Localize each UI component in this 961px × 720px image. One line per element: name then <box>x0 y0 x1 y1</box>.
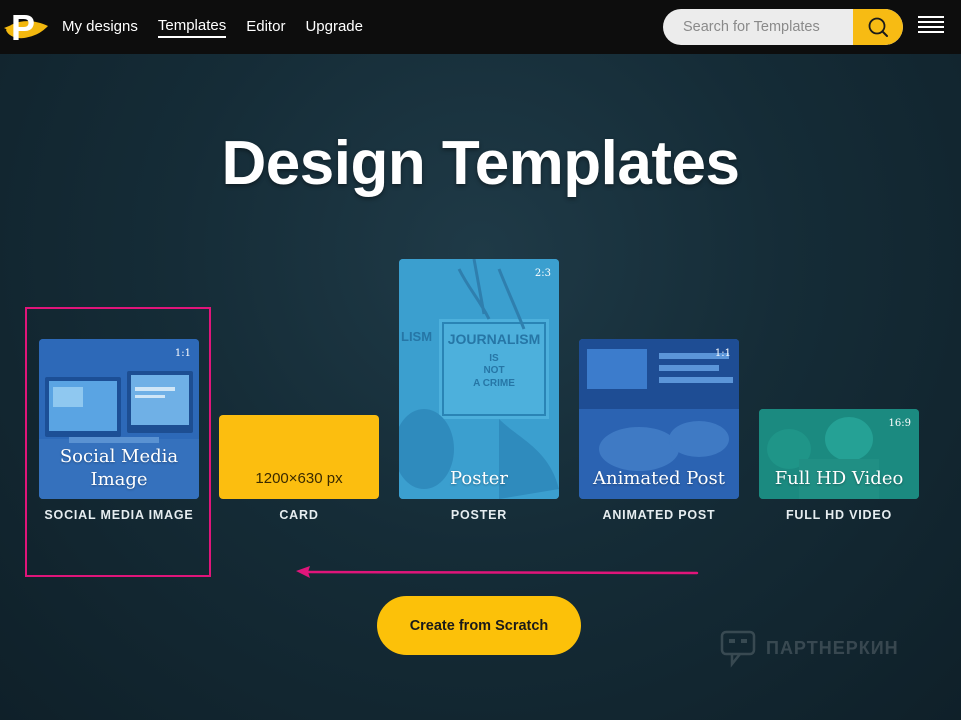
app-logo[interactable]: P <box>2 6 50 48</box>
page-title: Design Templates <box>221 129 740 198</box>
poster-art-text-3: NOT <box>483 365 504 376</box>
arrow-left-annotation-icon <box>296 566 699 578</box>
card-label-card[interactable]: CARD <box>219 507 379 523</box>
nav-my-designs[interactable]: My designs <box>62 18 138 37</box>
main-nav: My designs Templates Editor Upgrade <box>62 0 363 54</box>
card-label-social-media-image[interactable]: SOCIAL MEDIA IMAGE <box>39 507 199 523</box>
template-card-animated-post[interactable]: 1:1 Animated Post <box>579 339 739 499</box>
aspect-ratio-badge: 16:9 <box>888 418 911 429</box>
nav-upgrade[interactable]: Upgrade <box>305 18 363 37</box>
watermark: ПАРТНЕРКИН <box>720 628 899 668</box>
top-nav-bar: P My designs Templates Editor Upgrade <box>0 0 961 54</box>
template-card-social-media-image[interactable]: 1:1 Social Media Image <box>39 339 199 499</box>
card-label-animated-post[interactable]: ANIMATED POST <box>579 507 739 523</box>
logo-letter: P <box>11 7 35 48</box>
nav-templates[interactable]: Templates <box>157 17 227 38</box>
hamburger-menu-icon[interactable] <box>918 16 944 36</box>
card-title: Poster <box>450 468 508 489</box>
aspect-ratio-badge: 2:3 <box>534 268 551 279</box>
search-input[interactable] <box>663 9 853 45</box>
nav-editor[interactable]: Editor <box>246 18 285 37</box>
search-icon <box>868 17 888 37</box>
search-button[interactable] <box>853 9 903 45</box>
template-card-poster[interactable]: JOURNALISM IS NOT A CRIME LISM 2:3 Poste… <box>399 259 559 499</box>
poster-thumbnail-image: JOURNALISM IS NOT A CRIME LISM <box>399 259 559 499</box>
search-bar <box>663 9 903 45</box>
aspect-ratio-badge: 1:1 <box>714 348 731 359</box>
template-card-full-hd-video[interactable]: 16:9 Full HD Video <box>759 409 919 499</box>
poster-art-text-5: LISM <box>401 329 432 344</box>
card-label-poster[interactable]: POSTER <box>399 507 559 523</box>
watermark-logo-icon <box>720 630 756 668</box>
poster-art-text-1: JOURNALISM <box>448 331 541 347</box>
create-from-scratch-button[interactable]: Create from Scratch <box>377 596 581 655</box>
card-size-text: 1200×630 px <box>255 470 343 487</box>
template-card-card[interactable]: 1200×630 px <box>219 415 379 499</box>
card-title: Full HD Video <box>774 468 904 489</box>
aspect-ratio-badge: 1:1 <box>174 348 191 359</box>
watermark-text: ПАРТНЕРКИН <box>766 637 899 658</box>
card-title: Social Media Image <box>59 446 179 490</box>
poster-art-text-2: IS <box>489 353 499 364</box>
card-label-full-hd-video[interactable]: FULL HD VIDEO <box>759 507 919 523</box>
poster-art-text-4: A CRIME <box>473 378 515 389</box>
card-title: Animated Post <box>593 468 725 489</box>
